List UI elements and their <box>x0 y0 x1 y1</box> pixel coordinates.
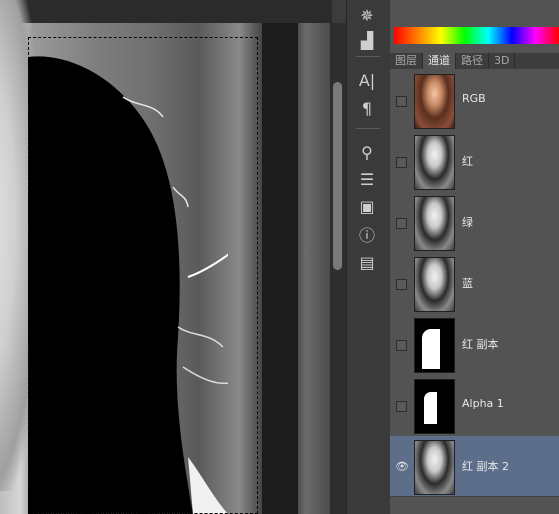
channel-label: 红 <box>462 155 473 168</box>
channel-label: RGB <box>462 92 486 105</box>
scrollbar-thumb[interactable] <box>333 82 342 270</box>
channel-thumbnail <box>414 318 455 373</box>
character-icon[interactable]: A| <box>352 68 382 92</box>
visibility-toggle[interactable] <box>396 279 407 290</box>
channel-row-blue[interactable]: 蓝 <box>390 253 559 315</box>
adjustments-icon[interactable]: ☰ <box>352 167 382 191</box>
dock-separator <box>356 56 380 57</box>
channel-row-red-copy-2[interactable]: 👁 红 副本 2 <box>390 436 559 497</box>
visibility-toggle[interactable] <box>396 96 407 107</box>
histogram-icon[interactable]: ▟ <box>352 28 382 52</box>
channel-thumbnail <box>414 379 455 434</box>
visibility-toggle[interactable] <box>396 340 407 351</box>
channel-row-red-copy[interactable]: 红 副本 <box>390 314 559 376</box>
panel-tabs: 图层 通道 路径 3D <box>390 53 559 69</box>
hair-mask-shape <box>28 56 228 514</box>
document-canvas[interactable] <box>0 0 332 514</box>
visibility-toggle[interactable] <box>396 401 407 412</box>
canvas-top-strip <box>0 0 332 23</box>
channel-thumbnail <box>414 135 455 190</box>
color-spectrum-bar[interactable] <box>394 27 559 44</box>
tab-channels[interactable]: 通道 <box>423 53 456 69</box>
info-icon[interactable]: ⓘ <box>352 222 382 246</box>
tool-presets-icon[interactable]: ▣ <box>352 194 382 218</box>
channel-label: 绿 <box>462 216 473 229</box>
channel-row-red[interactable]: 红 <box>390 131 559 193</box>
notes-icon[interactable]: ▤ <box>352 250 382 274</box>
channel-thumbnail <box>414 196 455 251</box>
channel-label: Alpha 1 <box>462 397 504 410</box>
tab-paths[interactable]: 路径 <box>456 53 489 69</box>
paragraph-icon[interactable]: ¶ <box>352 96 382 120</box>
channel-thumbnail <box>414 440 455 495</box>
channel-row-rgb[interactable]: RGB <box>390 70 559 132</box>
visibility-toggle[interactable] <box>396 218 407 229</box>
channel-label: 蓝 <box>462 277 473 290</box>
channel-row-alpha-1[interactable]: Alpha 1 <box>390 375 559 437</box>
background-dark-column <box>262 23 298 514</box>
channel-thumbnail <box>414 74 455 129</box>
channel-row-green[interactable]: 绿 <box>390 192 559 254</box>
tab-layers[interactable]: 图层 <box>390 53 423 69</box>
channel-thumbnail <box>414 257 455 312</box>
dock-separator <box>356 128 380 129</box>
eye-icon[interactable]: 👁 <box>395 460 409 473</box>
channel-label: 红 副本 2 <box>462 460 509 473</box>
visibility-toggle[interactable] <box>396 157 407 168</box>
brushes-icon[interactable]: ⚲ <box>352 140 382 164</box>
compass-icon[interactable]: ✵ <box>352 3 382 27</box>
channel-label: 红 副本 <box>462 338 499 351</box>
tab-3d[interactable]: 3D <box>489 53 516 69</box>
